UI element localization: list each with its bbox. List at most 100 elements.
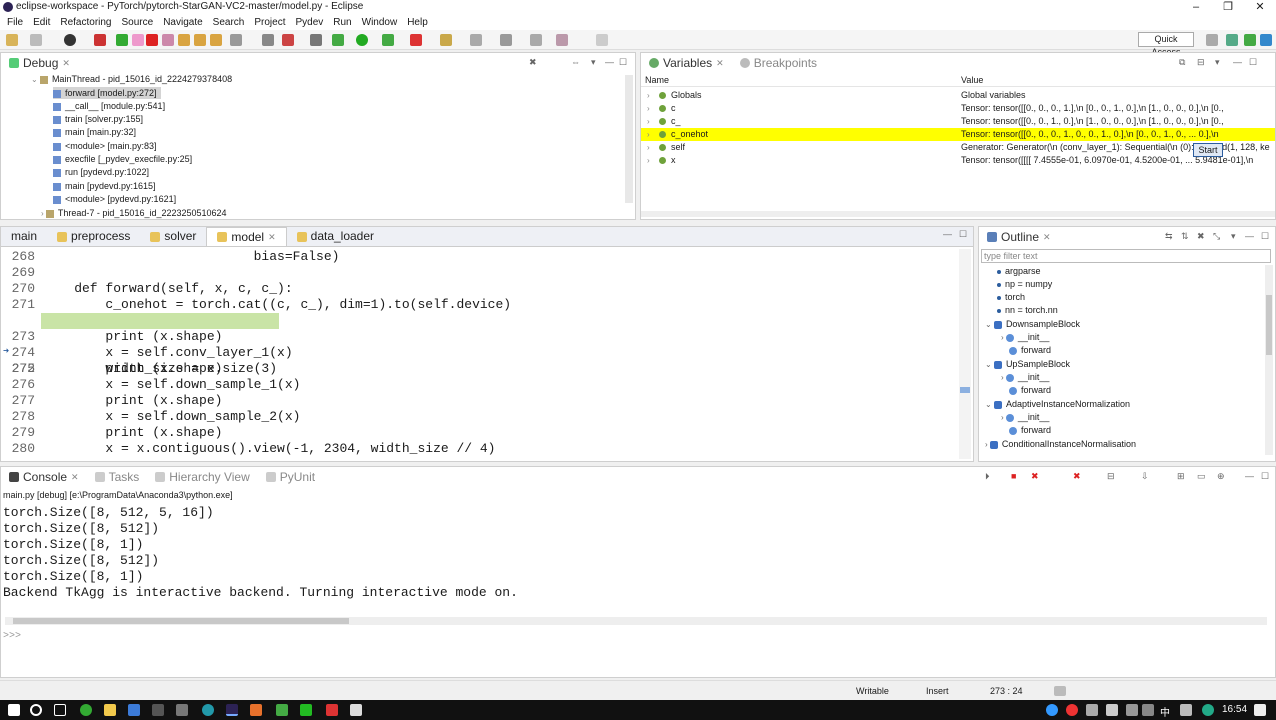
code-editor[interactable]: 268 bias=False) 269 270 def forward(self…	[1, 249, 957, 461]
volume-icon[interactable]	[1106, 704, 1118, 716]
hide-fields-icon[interactable]: ✖	[1197, 231, 1205, 242]
tab-breakpoints[interactable]: Breakpoints	[732, 56, 825, 70]
search-icon[interactable]	[30, 704, 42, 716]
tray-icon[interactable]	[1046, 704, 1058, 716]
close-icon[interactable]: ✕	[716, 58, 724, 69]
scroll-thumb[interactable]	[13, 618, 349, 624]
menu-navigate[interactable]: Navigate	[158, 17, 207, 28]
start-tooltip[interactable]: Start	[1193, 143, 1223, 157]
new-console-icon[interactable]: ⊕	[1217, 471, 1225, 482]
outline-item[interactable]: torch	[997, 291, 1025, 304]
tab-hierarchy-view[interactable]: Hierarchy View	[147, 470, 257, 484]
step-over-icon[interactable]	[194, 34, 206, 46]
column-header-name[interactable]: Name	[645, 75, 669, 85]
minimize-view-icon[interactable]: —	[1245, 471, 1254, 481]
input-language[interactable]: 中	[1160, 704, 1170, 719]
app-icon[interactable]	[276, 704, 288, 716]
app-icon[interactable]	[300, 704, 312, 716]
menu-edit[interactable]: Edit	[28, 17, 55, 28]
scroll-thumb[interactable]	[1266, 295, 1272, 355]
run-icon[interactable]	[356, 34, 368, 46]
step-into-icon[interactable]	[178, 34, 190, 46]
tab-tasks[interactable]: Tasks	[87, 470, 148, 484]
tab-main[interactable]: main	[1, 227, 47, 246]
network-icon[interactable]	[1086, 704, 1098, 716]
maximize-button[interactable]: ❐	[1212, 0, 1244, 14]
tab-data-loader[interactable]: data_loader	[287, 227, 384, 246]
clock[interactable]: 16:54	[1222, 704, 1247, 715]
app-icon[interactable]	[128, 704, 140, 716]
remove-all-icon[interactable]: ✖	[1073, 471, 1081, 482]
outline-item[interactable]: np = numpy	[997, 278, 1052, 291]
outline-item-method[interactable]: › __init__	[1001, 331, 1049, 344]
expand-icon[interactable]: ›	[647, 141, 650, 154]
next-annotation-icon[interactable]	[500, 34, 512, 46]
variable-row[interactable]: › self Generator: Generator(\n (conv_layer…	[641, 141, 1275, 154]
terminate-icon[interactable]	[146, 34, 158, 46]
view-menu-icon[interactable]: ▾	[591, 57, 596, 68]
save-icon[interactable]	[30, 34, 42, 46]
last-edit-icon[interactable]	[530, 34, 542, 46]
maximize-view-icon[interactable]: ☐	[1261, 471, 1269, 482]
scrollbar[interactable]	[1265, 265, 1273, 455]
expand-icon[interactable]: ›	[647, 102, 650, 115]
maximize-view-icon[interactable]: ☐	[619, 57, 627, 68]
column-header-value[interactable]: Value	[961, 75, 983, 85]
remove-launches-icon[interactable]: ✖	[529, 57, 537, 68]
disconnect-icon[interactable]	[162, 34, 174, 46]
minimize-view-icon[interactable]: —	[1245, 231, 1254, 241]
skip-breakpoints-icon[interactable]	[94, 34, 106, 46]
stack-frame-row[interactable]: __call__ [module.py:541]	[53, 100, 165, 112]
collapse-icon[interactable]: ⌄	[985, 400, 994, 409]
horizontal-scrollbar[interactable]	[641, 211, 1275, 217]
suspend-icon[interactable]	[132, 34, 144, 46]
outline-item-class[interactable]: ⌄ UpSampleBlock	[985, 358, 1070, 371]
vertical-scrollbar[interactable]	[959, 249, 971, 459]
use-step-filters-icon[interactable]	[262, 34, 274, 46]
variable-row[interactable]: › x Tensor: tensor([[[[ 7.4555e-01, 6.0970…	[641, 154, 1275, 167]
variable-row[interactable]: › c_ Tensor: tensor([[0., 0., 1., 0.],\n […	[641, 115, 1275, 128]
thread-row-7[interactable]: › Thread-7 - pid_15016_id_2223250510624	[41, 207, 227, 219]
stack-frame-row[interactable]: run [pydevd.py:1022]	[53, 166, 149, 178]
stack-frame-row[interactable]: <module> [pydevd.py:1621]	[53, 193, 176, 205]
profile-icon[interactable]	[410, 34, 422, 46]
link-editor-icon[interactable]: ⇆	[1165, 231, 1173, 242]
variable-row[interactable]: › Globals Global variables	[641, 89, 1275, 102]
menu-search[interactable]: Search	[208, 17, 250, 28]
tray-icon[interactable]	[1202, 704, 1214, 716]
drop-to-frame-icon[interactable]	[230, 34, 242, 46]
clear-console-icon[interactable]: ⊟	[1107, 471, 1115, 482]
menu-source[interactable]: Source	[117, 17, 159, 28]
pin-console-icon[interactable]: ⊞	[1177, 471, 1185, 482]
minimize-view-icon[interactable]: —	[1233, 57, 1242, 67]
menu-help[interactable]: Help	[402, 17, 433, 28]
external-tools-icon[interactable]	[310, 34, 322, 46]
collapse-all-icon[interactable]: ⊟	[1197, 57, 1205, 68]
scrollbar[interactable]	[625, 75, 633, 203]
search-toolbar-icon[interactable]	[470, 34, 482, 46]
stack-frame-row[interactable]: <module> [main.py:83]	[53, 140, 157, 152]
memory-icon[interactable]	[1054, 686, 1066, 696]
app-icon[interactable]	[250, 704, 262, 716]
new-icon[interactable]	[6, 34, 18, 46]
view-menu-icon[interactable]: ▾	[1215, 57, 1220, 68]
minimize-view-icon[interactable]: —	[943, 229, 952, 239]
start-icon[interactable]	[8, 704, 20, 716]
stack-frame-row[interactable]: forward [model.py:272]	[53, 87, 161, 99]
open-type-icon[interactable]	[440, 34, 452, 46]
outline-filter-input[interactable]: type filter text	[981, 249, 1271, 263]
view-menu-icon[interactable]: ▾	[1231, 231, 1236, 242]
expand-icon[interactable]: ›	[647, 115, 650, 128]
quick-access-field[interactable]: Quick Access	[1138, 32, 1194, 57]
tab-variables[interactable]: Variables ✕	[641, 56, 732, 70]
forward-icon[interactable]	[596, 34, 608, 46]
thread-row-main[interactable]: ⌄ MainThread - pid_15016_id_222427937840…	[31, 73, 232, 85]
stack-frame-row[interactable]: train [solver.py:155]	[53, 113, 143, 125]
app-icon[interactable]	[152, 704, 164, 716]
menu-pydev[interactable]: Pydev	[290, 17, 328, 28]
menu-file[interactable]: File	[2, 17, 28, 28]
pydev-perspective-icon[interactable]	[1226, 34, 1238, 46]
file-explorer-icon[interactable]	[104, 704, 116, 716]
resume-icon[interactable]	[116, 34, 128, 46]
stack-frame-row[interactable]: main [main.py:32]	[53, 126, 136, 138]
